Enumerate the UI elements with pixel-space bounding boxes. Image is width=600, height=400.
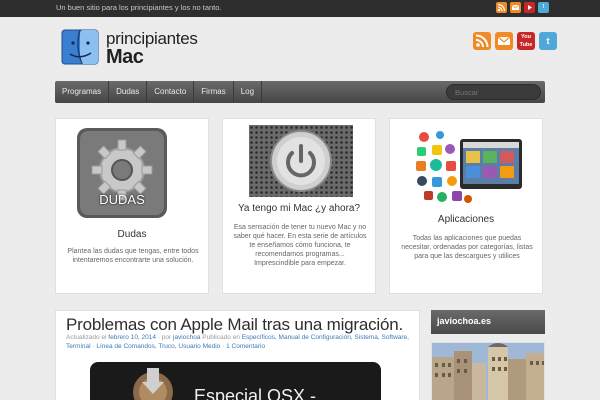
logo-text-mac[interactable]: Mac: [106, 46, 144, 69]
article-meta: Actualizado el febrero 10, 2014 · por ja…: [66, 334, 411, 351]
youtube-icon[interactable]: [524, 2, 535, 13]
sidebar-city-photo[interactable]: [431, 342, 545, 400]
meta-comments[interactable]: 1 Comentario: [226, 343, 265, 350]
meta-published-in: Publicado en: [202, 334, 240, 341]
card-aplicaciones-title[interactable]: Aplicaciones: [390, 214, 542, 225]
card-ya-tengo-mac-text: Esa sensación de tener tu nuevo Mac y no…: [233, 224, 367, 267]
dudas-image-caption: DUDAS: [99, 192, 145, 207]
youtube-icon[interactable]: You Tube: [517, 32, 535, 50]
meta-separator: ·: [92, 342, 95, 350]
article-banner[interactable]: Especial OSX -: [90, 362, 381, 400]
card-ya-tengo-mac-title[interactable]: Ya tengo mi Mac ¿y ahora?: [223, 203, 375, 214]
site-tagline: Un buen sitio para los principiantes y l…: [56, 3, 222, 12]
rss-icon[interactable]: [496, 2, 507, 13]
article-post: Problemas con Apple Mail tras una migrac…: [55, 310, 420, 400]
nav-item-firmas[interactable]: Firmas: [194, 81, 234, 103]
nav-item-dudas[interactable]: Dudas: [109, 81, 148, 103]
nav-item-log[interactable]: Log: [234, 81, 263, 103]
meta-separator-2: ·: [222, 342, 225, 350]
rss-icon[interactable]: [473, 32, 491, 50]
meta-author[interactable]: javiochoa: [173, 334, 200, 341]
meta-date[interactable]: febrero 10, 2014: [108, 334, 156, 341]
sidebar-widget-title[interactable]: javiochoa.es: [437, 316, 491, 326]
search-input[interactable]: [446, 84, 541, 100]
main-nav: Programas Dudas Contacto Firmas Log: [55, 81, 545, 103]
meta-prefix: Actualizado el: [66, 334, 107, 341]
gear-icon[interactable]: DUDAS: [77, 128, 167, 218]
card-aplicaciones-text: Todas las aplicaciones que puedas necesi…: [401, 235, 533, 260]
twitter-icon[interactable]: t: [538, 2, 549, 13]
top-bar: Un buen sitio para los principiantes y l…: [0, 0, 600, 17]
meta-by: · por: [157, 334, 172, 341]
email-icon[interactable]: [495, 32, 513, 50]
article-title[interactable]: Problemas con Apple Mail tras una migrac…: [66, 315, 403, 335]
osx-installer-icon: [130, 366, 176, 400]
email-icon[interactable]: [510, 2, 521, 13]
power-icon[interactable]: [249, 125, 353, 197]
nav-item-programas[interactable]: Programas: [55, 81, 110, 103]
finder-logo-icon[interactable]: [60, 26, 100, 68]
nav-item-contacto[interactable]: Contacto: [147, 81, 195, 103]
top-social-icons: t: [496, 2, 549, 13]
sidebar-widget-header: javiochoa.es: [431, 310, 545, 334]
header-social-icons: You Tube t: [473, 32, 557, 50]
card-ya-tengo-mac[interactable]: Ya tengo mi Mac ¿y ahora? Esa sensación …: [222, 118, 376, 294]
card-dudas[interactable]: DUDAS Dudas Plantea las dudas que tengas…: [55, 118, 209, 294]
card-aplicaciones[interactable]: Aplicaciones Todas las aplicaciones que …: [389, 118, 543, 294]
meta-tags[interactable]: Línea de Comandos, Truco, Usuario Medio: [96, 343, 220, 350]
twitter-icon[interactable]: t: [539, 32, 557, 50]
banner-text: Especial OSX -: [194, 386, 317, 400]
card-dudas-text: Plantea las dudas que tengas, entre todo…: [67, 248, 199, 264]
apps-collage-icon[interactable]: [412, 129, 524, 209]
card-dudas-title[interactable]: Dudas: [56, 229, 208, 240]
